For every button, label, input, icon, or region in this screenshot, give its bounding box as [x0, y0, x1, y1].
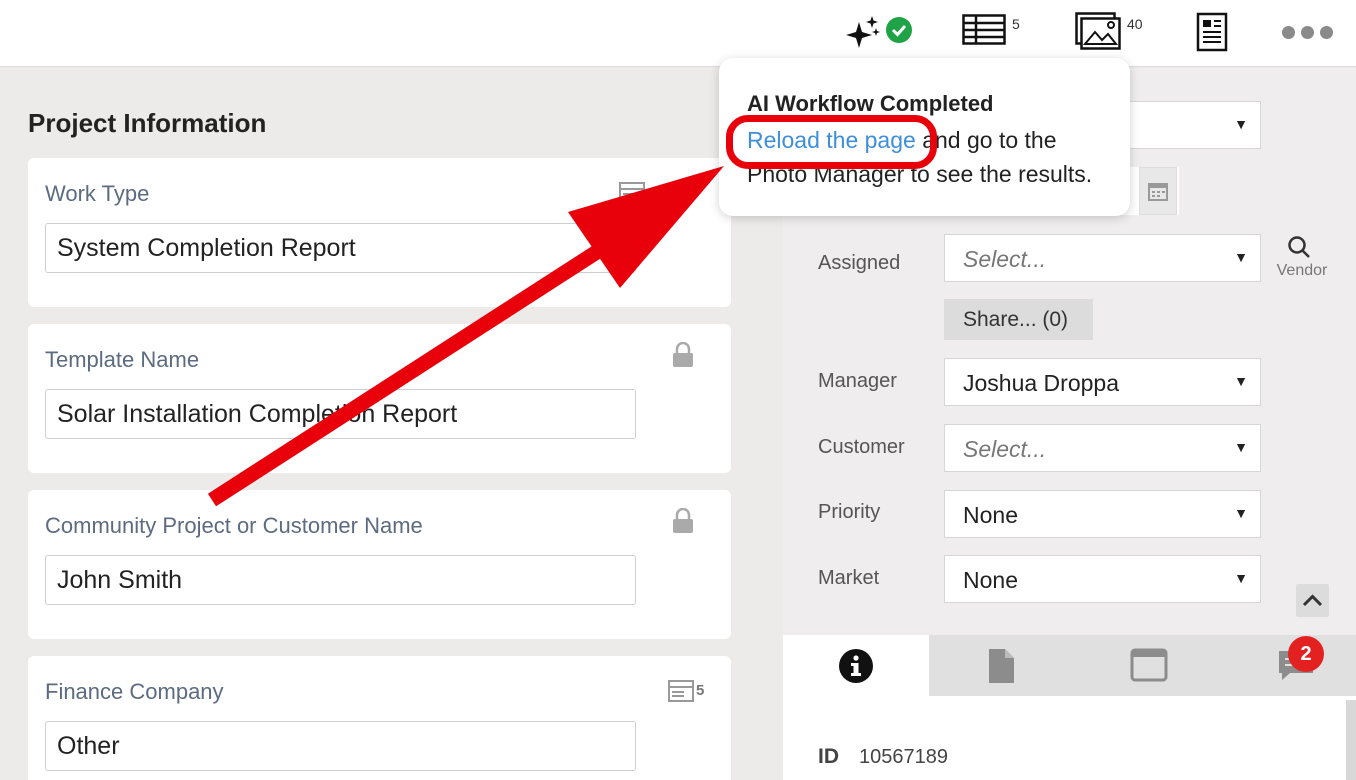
calendar-button[interactable]: [1139, 167, 1177, 215]
card-label: Template Name: [45, 347, 200, 372]
chevron-up-icon: [1302, 594, 1323, 607]
manager-label: Manager: [818, 370, 897, 392]
market-label: Market: [818, 567, 880, 589]
check-circle-icon: [886, 17, 912, 43]
scrollbar[interactable]: [1346, 700, 1356, 780]
search-icon[interactable]: [1287, 235, 1311, 259]
lock-icon: [673, 508, 693, 533]
template-name-card: Template Name Solar Installation Complet…: [28, 324, 731, 473]
more-dots-icon[interactable]: [1282, 26, 1333, 39]
card-label: Finance Company: [45, 679, 224, 704]
tab-info[interactable]: [783, 635, 929, 696]
customer-label: Customer: [818, 436, 905, 458]
customer-name-card: Community Project or Customer Name John …: [28, 490, 731, 639]
customer-name-field[interactable]: John Smith: [45, 555, 636, 605]
assigned-select[interactable]: Select... ▼: [944, 234, 1261, 282]
project-information-panel: Project Information Work Type System Com…: [0, 68, 782, 780]
id-value: 10567189: [859, 746, 948, 768]
card-label: Work Type: [45, 181, 150, 206]
document-list-icon: [1196, 12, 1228, 52]
report-button[interactable]: [1196, 12, 1228, 52]
table-icon: [962, 14, 1006, 45]
assigned-label: Assigned: [818, 252, 901, 274]
card-label: Community Project or Customer Name: [45, 513, 423, 538]
work-type-field[interactable]: System Completion Report: [45, 223, 636, 273]
priority-label: Priority: [818, 501, 881, 523]
manager-value: Joshua Droppa: [963, 370, 1119, 396]
top-toolbar: 5 40: [0, 0, 1356, 67]
table-button[interactable]: 5: [962, 12, 1020, 46]
tab-window[interactable]: [1075, 635, 1221, 696]
template-name-field[interactable]: Solar Installation Completion Report: [45, 389, 636, 439]
form-count: 5: [696, 682, 705, 699]
ai-workflow-button[interactable]: [845, 14, 913, 52]
priority-select[interactable]: None ▼: [944, 490, 1261, 538]
market-select[interactable]: None ▼: [944, 555, 1261, 603]
manager-select[interactable]: Joshua Droppa ▼: [944, 358, 1261, 406]
document-icon: [989, 649, 1014, 683]
customer-select[interactable]: Select... ▼: [944, 424, 1261, 472]
collapse-button[interactable]: [1296, 584, 1329, 617]
share-button[interactable]: Share... (0): [944, 299, 1093, 340]
detail-content: ID 10567189: [783, 696, 1356, 780]
sparkle-icon: [846, 16, 880, 48]
form-icon[interactable]: [668, 680, 694, 702]
popup-title: AI Workflow Completed: [747, 91, 994, 116]
lock-icon: [673, 342, 693, 367]
section-title: Project Information: [28, 108, 267, 138]
comments-badge: 2: [1288, 636, 1324, 672]
finance-company-field[interactable]: Other: [45, 721, 636, 771]
vendor-label[interactable]: Vendor: [1272, 262, 1332, 280]
id-label: ID: [818, 745, 839, 768]
info-icon: [839, 649, 873, 683]
photos-button[interactable]: 40: [1075, 12, 1143, 50]
calendar-icon: [1148, 183, 1168, 201]
customer-placeholder: Select...: [963, 436, 1047, 462]
work-type-card: Work Type System Completion Report: [28, 158, 731, 307]
table-count: 5: [1012, 16, 1020, 32]
window-icon: [1130, 648, 1168, 682]
photos-count: 40: [1127, 16, 1143, 32]
market-value: None: [963, 567, 1018, 593]
form-icon[interactable]: [619, 182, 645, 204]
tab-comments[interactable]: [1221, 635, 1356, 696]
assigned-placeholder: Select...: [963, 246, 1047, 272]
finance-company-card: Finance Company 5 Other: [28, 656, 731, 780]
tab-documents[interactable]: [929, 635, 1075, 696]
photo-gallery-icon: [1075, 12, 1121, 50]
highlight-annotation: [726, 115, 937, 169]
detail-tabs: [783, 635, 1356, 696]
priority-value: None: [963, 502, 1018, 528]
